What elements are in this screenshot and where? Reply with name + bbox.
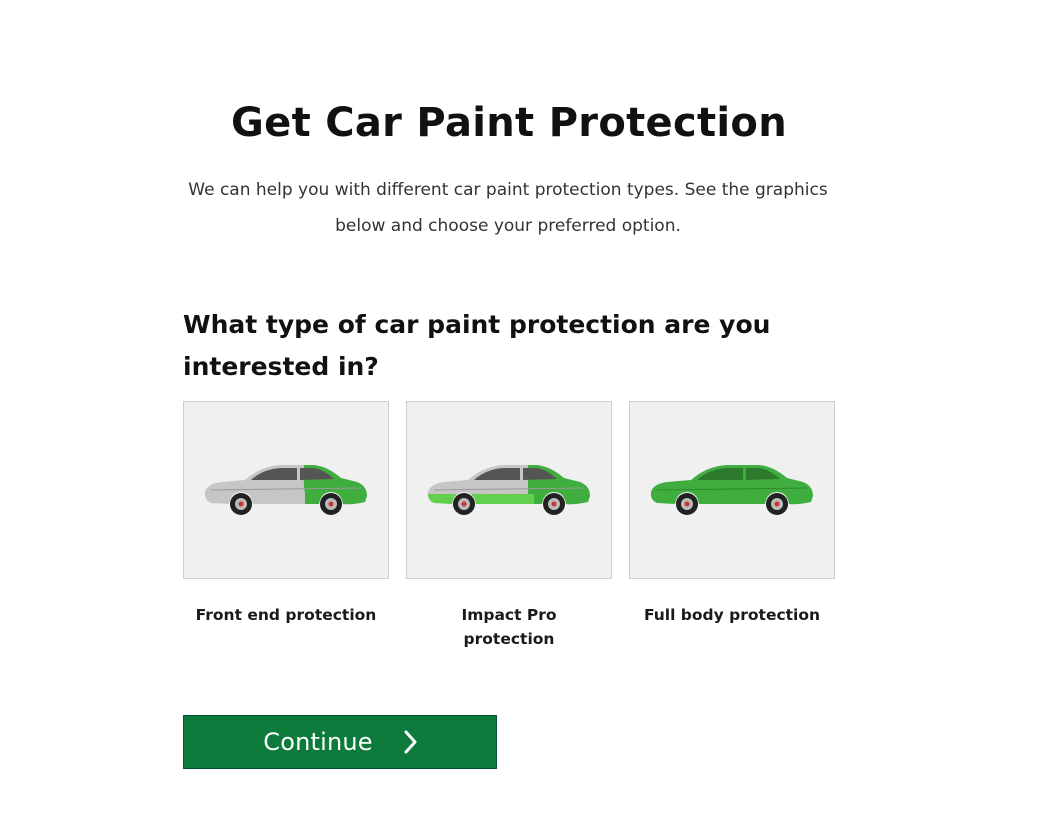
page: Get Car Paint Protection We can help you… bbox=[0, 0, 1040, 816]
option-image[interactable] bbox=[183, 401, 389, 579]
protection-options: Front end protection Impact Pro protecti… bbox=[183, 401, 835, 661]
option-impact-pro[interactable]: Impact Pro protection bbox=[406, 401, 612, 651]
option-label: Full body protection bbox=[643, 606, 821, 624]
page-title: Get Car Paint Protection bbox=[231, 100, 787, 146]
car-impact-pro-icon bbox=[427, 465, 590, 515]
continue-button[interactable]: Continue bbox=[183, 715, 497, 769]
page-subtitle: We can help you with different car paint… bbox=[188, 180, 828, 236]
option-front-end[interactable]: Front end protection bbox=[183, 401, 389, 627]
option-image[interactable] bbox=[406, 401, 612, 579]
option-label: Impact Pro protection bbox=[461, 606, 557, 648]
option-image[interactable] bbox=[629, 401, 835, 579]
option-full-body[interactable]: Full body protection bbox=[629, 401, 835, 627]
car-front-end-icon bbox=[204, 465, 367, 515]
continue-label: Continue bbox=[263, 728, 373, 756]
car-full-body-icon bbox=[650, 465, 813, 515]
option-label: Front end protection bbox=[195, 606, 377, 624]
question-heading: What type of car paint protection are yo… bbox=[183, 310, 771, 381]
chevron-right-icon bbox=[403, 730, 417, 754]
